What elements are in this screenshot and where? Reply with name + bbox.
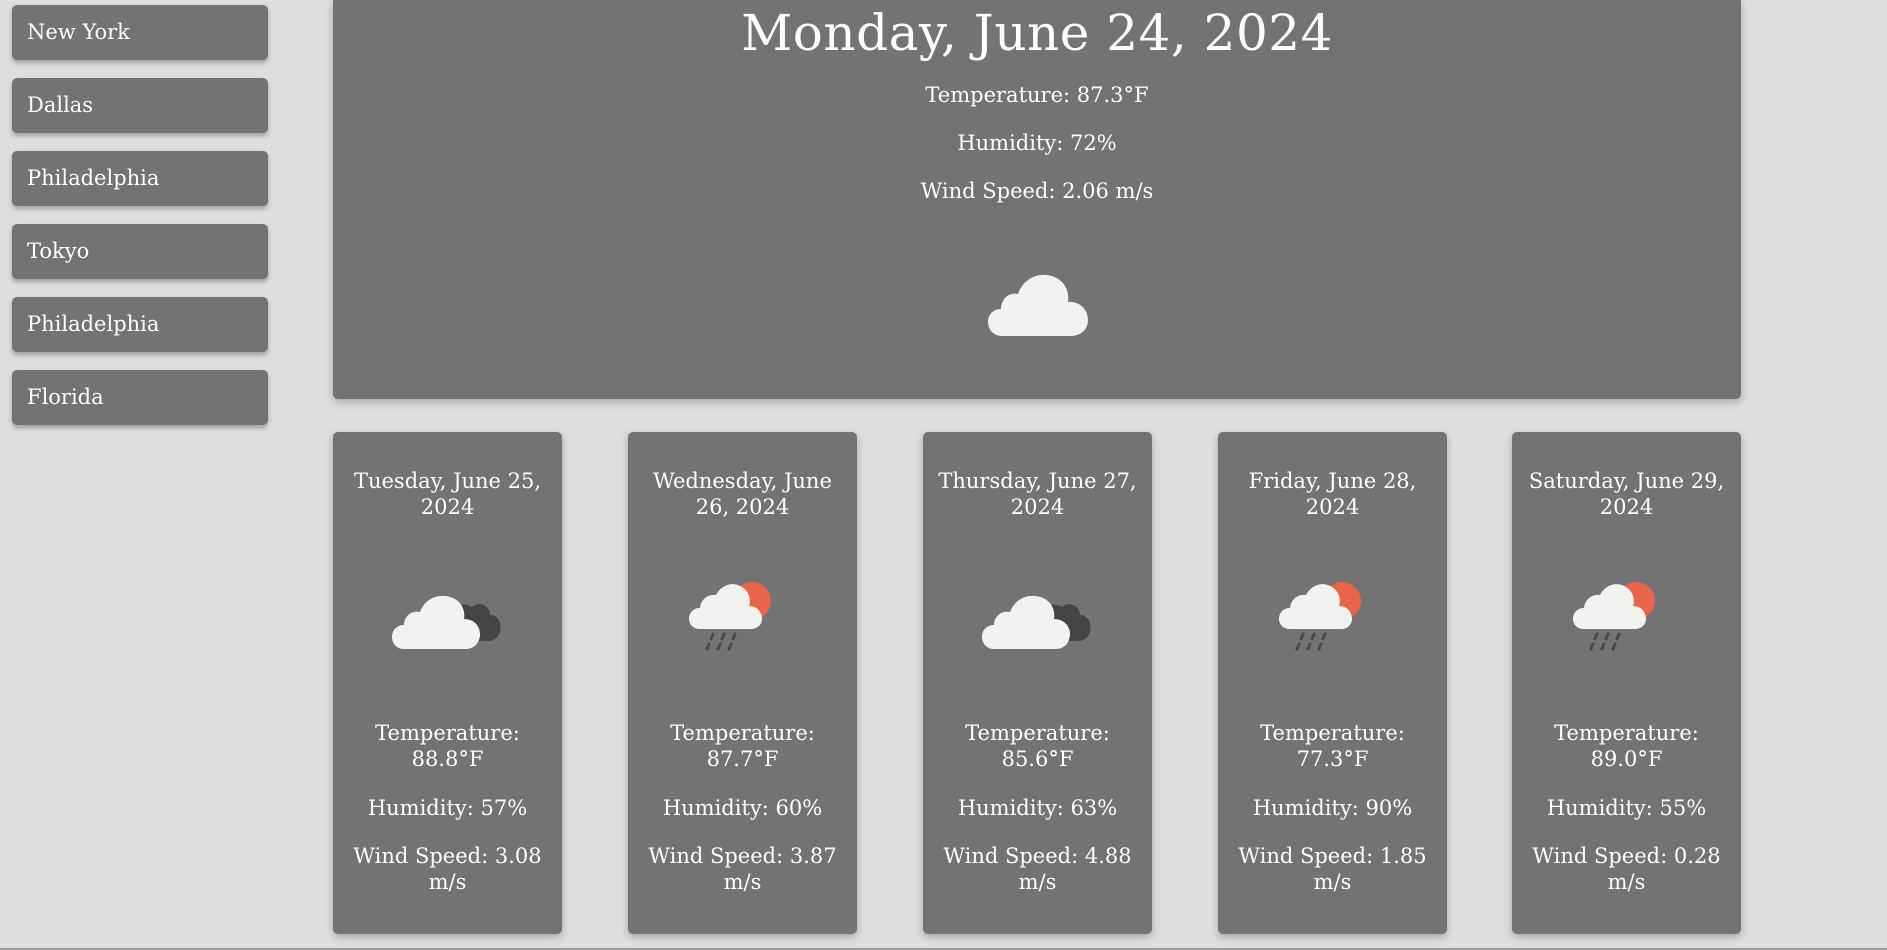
forecast-date: Saturday, June 29, 2024 [1528,469,1725,519]
forecast-humidity: Humidity: 63% [957,796,1118,820]
current-wind-speed: Wind Speed: 2.06 m/s [920,179,1154,203]
forecast-date: Friday, June 28, 2024 [1248,469,1417,519]
broken-clouds-icon [392,595,501,649]
forecast-card: Wednesday, June 26, 2024 Temperature: 87… [628,432,857,934]
forecast-wind-speed: Wind Speed: 0.28 m/s [1532,844,1721,894]
forecast-temperature: Temperature: 87.7°F [670,721,815,771]
city-button-philadelphia[interactable]: Philadelphia [12,151,268,206]
forecast-wind-speed: Wind Speed: 4.88 m/s [943,844,1132,894]
forecast-temperature: Temperature: 77.3°F [1260,721,1405,771]
forecast-humidity: Humidity: 60% [662,796,823,820]
city-button-florida[interactable]: Florida [12,370,268,425]
forecast-date: Wednesday, June 26, 2024 [653,469,832,519]
broken-clouds-icon [982,595,1091,649]
city-button-new-york[interactable]: New York [12,5,268,60]
forecast-card: Friday, June 28, 2024 Temperature: 77.3°… [1218,432,1447,934]
forecast-wind-speed: Wind Speed: 3.08 m/s [353,844,542,894]
weather-dashboard: New York Dallas Philadelphia Tokyo Phila… [0,0,1887,950]
forecast-card: Tuesday, June 25, 2024 Temperature: 88.8… [333,432,562,934]
current-temperature: Temperature: 87.3°F [925,83,1149,107]
forecast-card: Thursday, June 27, 2024 Temperature: 85.… [923,432,1152,934]
current-humidity: Humidity: 72% [957,131,1117,155]
current-date-heading: Monday, June 24, 2024 [741,4,1333,62]
forecast-temperature: Temperature: 88.8°F [375,721,520,771]
forecast-wind-speed: Wind Speed: 1.85 m/s [1238,844,1427,894]
forecast-wind-speed: Wind Speed: 3.87 m/s [648,844,837,894]
sun-rain-icon [1573,582,1655,651]
current-weather-card: Monday, June 24, 2024 Temperature: 87.3°… [333,0,1741,399]
forecast-temperature: Temperature: 85.6°F [965,721,1110,771]
forecast-date: Thursday, June 27, 2024 [938,469,1137,519]
forecast-date: Tuesday, June 25, 2024 [353,469,542,519]
forecast-humidity: Humidity: 90% [1252,796,1413,820]
sun-rain-icon [1279,582,1361,651]
forecast-humidity: Humidity: 55% [1546,796,1707,820]
cloud-icon [988,274,1088,336]
city-button-tokyo[interactable]: Tokyo [12,224,268,279]
forecast-humidity: Humidity: 57% [367,796,528,820]
city-button-dallas[interactable]: Dallas [12,78,268,133]
city-button-philadelphia-2[interactable]: Philadelphia [12,297,268,352]
five-day-forecast: Tuesday, June 25, 2024 Temperature: 88.8… [333,432,1741,934]
city-history-sidebar: New York Dallas Philadelphia Tokyo Phila… [12,5,268,443]
forecast-temperature: Temperature: 89.0°F [1554,721,1699,771]
sun-rain-icon [689,582,771,651]
forecast-card: Saturday, June 29, 2024 Temperature: 89.… [1512,432,1741,934]
